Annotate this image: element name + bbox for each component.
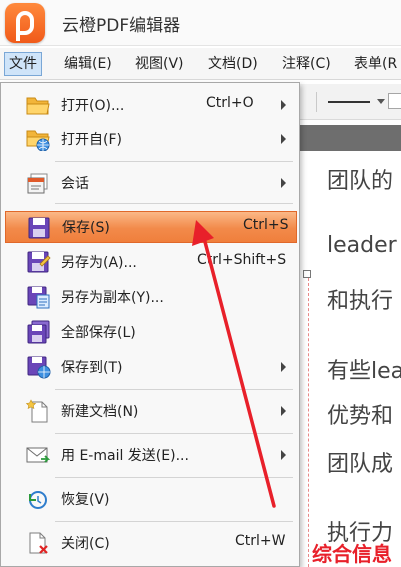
menu-separator	[55, 521, 293, 522]
menu-comment[interactable]: 注释(C)	[278, 52, 335, 76]
menu-item-label: 另存为(A)...	[61, 255, 137, 271]
document-line: 团队成	[327, 452, 394, 477]
tab-strip	[298, 125, 401, 151]
document-line: 团队的	[327, 169, 394, 194]
watermark-label: 综合信息	[312, 542, 392, 566]
menu-item-save-to[interactable]: 保存到(T)	[5, 351, 297, 383]
menu-item-label: 关闭(C)	[61, 536, 110, 552]
menu-view[interactable]: 视图(V)	[131, 52, 188, 76]
submenu-arrow-icon	[281, 134, 286, 144]
menu-item-open[interactable]: 打开(O)... Ctrl+O	[5, 89, 297, 121]
menu-item-session[interactable]: 会话	[5, 167, 297, 199]
toolbar-separator	[316, 92, 317, 112]
menu-item-label: 保存(S)	[62, 220, 110, 236]
folder-open-icon	[26, 97, 50, 115]
menu-item-shortcut: Ctrl+W	[235, 533, 286, 549]
menu-item-email[interactable]: 用 E-mail 发送(E)...	[5, 439, 297, 471]
chevron-down-icon[interactable]	[377, 99, 385, 104]
menu-item-label: 打开自(F)	[61, 132, 122, 148]
menu-form[interactable]: 表单(R	[350, 52, 401, 76]
menu-item-label: 用 E-mail 发送(E)...	[61, 448, 189, 464]
menu-document[interactable]: 文档(D)	[204, 52, 262, 76]
menu-item-save-all[interactable]: 全部保存(L)	[5, 316, 297, 348]
save-all-icon	[27, 320, 50, 344]
save-to-icon	[27, 356, 51, 379]
line-style-icon[interactable]	[328, 101, 370, 103]
submenu-arrow-icon	[281, 100, 286, 110]
folder-web-icon	[26, 130, 50, 151]
submenu-arrow-icon	[281, 362, 286, 372]
toolbar-control[interactable]	[388, 93, 401, 109]
menu-item-open-from[interactable]: 打开自(F)	[5, 123, 297, 155]
save-icon	[28, 217, 50, 239]
menu-item-label: 全部保存(L)	[61, 325, 136, 341]
menu-item-new-document[interactable]: 新建文档(N)	[5, 395, 297, 427]
resize-handle[interactable]	[303, 270, 311, 278]
document-line: 有些lea	[327, 359, 401, 384]
menu-item-label: 打开(O)...	[61, 98, 125, 114]
app-title: 云橙PDF编辑器	[62, 16, 181, 36]
save-as-icon	[27, 251, 51, 273]
menu-separator	[55, 389, 293, 390]
session-icon	[27, 173, 48, 194]
submenu-arrow-icon	[281, 406, 286, 416]
menu-bar: 文件 编辑(E) 视图(V) 文档(D) 注释(C) 表单(R	[0, 48, 401, 80]
title-bar: 云橙PDF编辑器	[0, 0, 401, 46]
document-line: leader	[327, 233, 397, 258]
app-logo-icon	[5, 3, 45, 43]
menu-item-shortcut: Ctrl+S	[243, 217, 289, 233]
menu-item-label: 会话	[61, 176, 89, 192]
restore-icon	[29, 491, 47, 509]
menu-edit[interactable]: 编辑(E)	[60, 52, 116, 76]
document-line: 优势和	[327, 404, 394, 429]
submenu-arrow-icon	[281, 178, 286, 188]
menu-item-close[interactable]: 关闭(C) Ctrl+W	[5, 527, 297, 559]
menu-item-shortcut: Ctrl+Shift+S	[197, 252, 287, 268]
menu-file[interactable]: 文件	[4, 52, 42, 76]
new-document-icon	[25, 399, 48, 423]
menu-item-label: 新建文档(N)	[61, 404, 139, 420]
save-copy-icon	[27, 286, 50, 309]
selection-border	[308, 278, 310, 567]
menu-separator	[55, 161, 293, 162]
menu-item-shortcut: Ctrl+O	[206, 95, 254, 111]
menu-separator	[55, 477, 293, 478]
menu-item-label: 恢复(V)	[61, 492, 110, 508]
menu-item-save-copy[interactable]: 另存为副本(Y)...	[5, 281, 297, 313]
file-menu-dropdown: 打开(O)... Ctrl+O 打开自(F) 会话 保存(S) Ctrl+S 另…	[0, 82, 300, 567]
document-line: 和执行	[327, 289, 394, 314]
menu-separator	[55, 203, 293, 204]
close-document-icon	[29, 532, 48, 554]
menu-separator	[55, 433, 293, 434]
menu-item-save[interactable]: 保存(S) Ctrl+S	[5, 211, 297, 243]
submenu-arrow-icon	[281, 450, 286, 460]
menu-item-label: 保存到(T)	[61, 360, 123, 376]
menu-item-save-as[interactable]: 另存为(A)... Ctrl+Shift+S	[5, 246, 297, 278]
email-icon	[26, 447, 51, 463]
menu-item-restore[interactable]: 恢复(V)	[5, 483, 297, 515]
menu-item-label: 另存为副本(Y)...	[61, 290, 164, 306]
